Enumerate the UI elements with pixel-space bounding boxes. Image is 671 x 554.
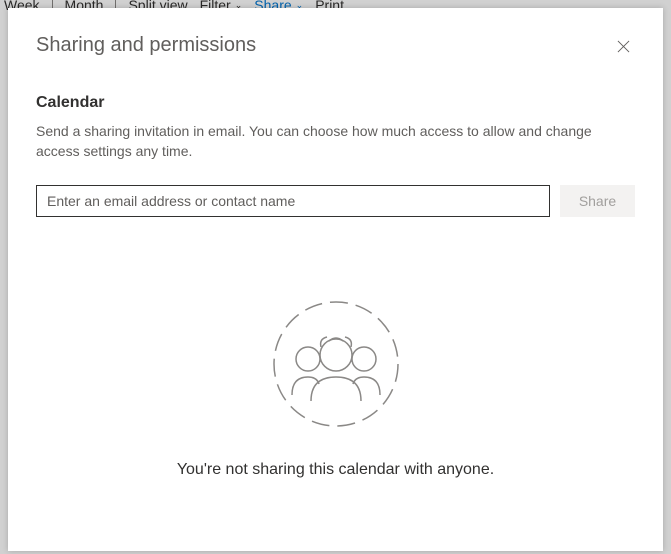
empty-state: You're not sharing this calendar with an…	[36, 297, 635, 479]
empty-state-text: You're not sharing this calendar with an…	[177, 461, 494, 479]
share-input-row: Share	[36, 185, 635, 217]
close-button[interactable]	[611, 34, 635, 58]
people-illustration-icon	[269, 297, 403, 431]
email-input[interactable]	[36, 185, 550, 217]
sharing-dialog: Sharing and permissions Calendar Send a …	[8, 8, 663, 551]
share-button[interactable]: Share	[560, 185, 635, 217]
dialog-title: Sharing and permissions	[36, 34, 256, 57]
close-icon	[617, 40, 630, 53]
section-title: Calendar	[36, 94, 635, 112]
dialog-header: Sharing and permissions	[36, 34, 635, 58]
section-description: Send a sharing invitation in email. You …	[36, 122, 635, 161]
